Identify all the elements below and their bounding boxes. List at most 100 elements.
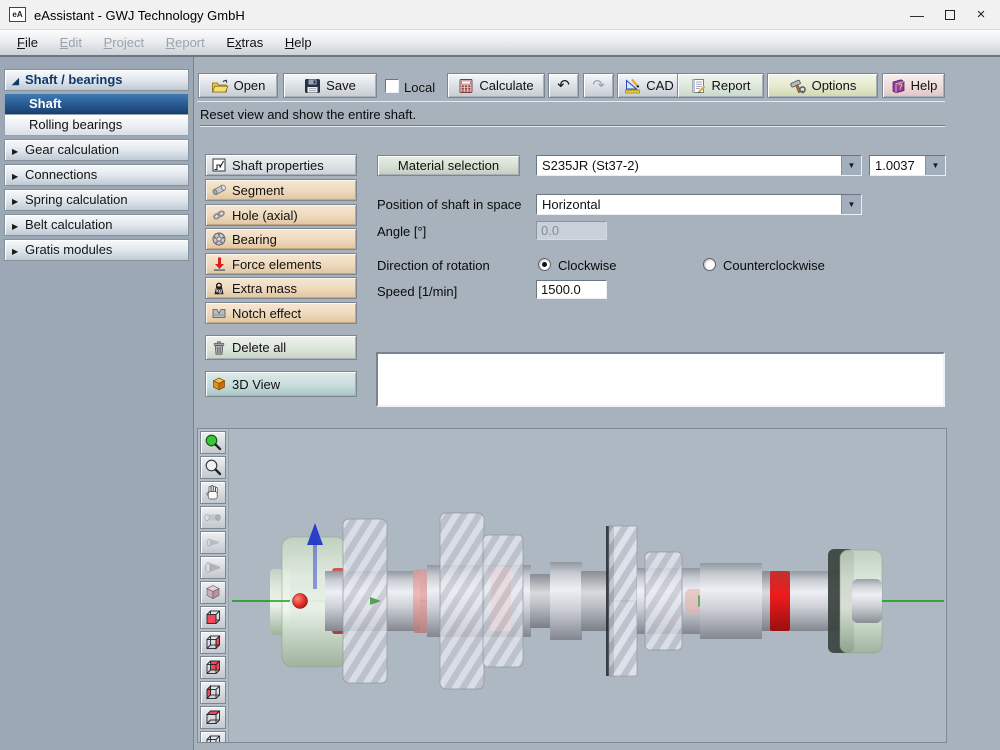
clockwise-radio-label[interactable]: Clockwise: [558, 258, 617, 273]
calculate-button[interactable]: Calculate: [447, 73, 545, 98]
material-number-combobox[interactable]: 1.0037 ▼: [869, 155, 946, 176]
undo-button[interactable]: ↶: [548, 73, 579, 98]
zoom-fit-button[interactable]: [200, 431, 226, 454]
title-bar: eA eAssistant - GWJ Technology GmbH — ×: [0, 0, 1000, 30]
material-value: S235JR (St37-2): [537, 156, 841, 175]
menu-file[interactable]: File: [8, 30, 47, 55]
undo-icon: ↶: [557, 78, 570, 93]
maximize-button[interactable]: [933, 0, 967, 30]
window-title: eAssistant - GWJ Technology GmbH: [34, 8, 245, 23]
help-button[interactable]: ? Help: [882, 73, 945, 98]
sidebar-section-gratis-modules[interactable]: ▶Gratis modules: [4, 239, 189, 261]
sidebar-section-belt-calculation[interactable]: ▶Belt calculation: [4, 214, 189, 236]
view-left-button[interactable]: [200, 681, 226, 704]
chevron-down-icon[interactable]: ▼: [841, 156, 861, 175]
bearing-icon: [211, 231, 227, 247]
notch-effect-button[interactable]: Notch effect: [205, 302, 357, 324]
sidebar-item-rolling-bearings[interactable]: Rolling bearings: [4, 115, 189, 136]
menu-report: Report: [157, 30, 214, 55]
sidebar-section-spring-calculation[interactable]: ▶Spring calculation: [4, 189, 189, 211]
view-cylinder-button[interactable]: [200, 506, 226, 529]
shaft-3d-canvas[interactable]: [230, 429, 947, 742]
extra-mass-weight-icon: kg: [211, 280, 227, 296]
pan-button[interactable]: [200, 481, 226, 504]
menu-extras[interactable]: Extras: [217, 30, 272, 55]
save-button[interactable]: Save: [283, 73, 377, 98]
material-number-value: 1.0037: [870, 156, 925, 175]
angle-input: [536, 221, 607, 240]
shaft-properties-button[interactable]: Shaft properties: [205, 154, 357, 176]
shaft-properties-icon: [211, 157, 227, 173]
hole-axial-icon: [211, 207, 227, 223]
sidebar-item-shaft[interactable]: Shaft: [4, 94, 189, 115]
view-bottom-button[interactable]: [200, 731, 226, 743]
cube-left-red-icon: [203, 683, 223, 702]
bearing-button[interactable]: Bearing: [205, 228, 357, 250]
extra-mass-button[interactable]: kg Extra mass: [205, 277, 357, 299]
notch-effect-icon: [211, 305, 227, 321]
view-front-button[interactable]: [200, 606, 226, 629]
cube-front-red-icon: [203, 608, 223, 627]
view-right-button[interactable]: [200, 631, 226, 654]
rotation-label: Direction of rotation: [377, 258, 490, 273]
pan-hand-icon: [203, 483, 223, 502]
expander-icon: ▶: [12, 192, 25, 212]
material-selection-button[interactable]: Material selection: [377, 155, 520, 176]
hole-axial-button[interactable]: Hole (axial): [205, 204, 357, 226]
view-isometric-button[interactable]: [200, 581, 226, 604]
force-elements-button[interactable]: Force elements: [205, 253, 357, 275]
notes-panel[interactable]: [376, 352, 945, 407]
cube-bottom-red-icon: [203, 733, 223, 743]
open-button[interactable]: Open: [198, 73, 278, 98]
cone-small-icon: [203, 533, 223, 552]
cube-top-red-icon: [203, 708, 223, 727]
menu-help[interactable]: Help: [276, 30, 321, 55]
zoom-button[interactable]: [200, 456, 226, 479]
material-combobox[interactable]: S235JR (St37-2) ▼: [536, 155, 862, 176]
svg-text:kg: kg: [216, 289, 222, 295]
chevron-down-icon[interactable]: ▼: [841, 195, 861, 214]
view-back-button[interactable]: [200, 656, 226, 679]
counterclockwise-radio-label[interactable]: Counterclockwise: [723, 258, 825, 273]
viewer-3d-panel: [197, 428, 947, 743]
svg-text:?: ?: [898, 82, 903, 91]
app-window: eA eAssistant - GWJ Technology GmbH — × …: [0, 0, 1000, 750]
redo-button[interactable]: ↷: [583, 73, 614, 98]
app-icon: eA: [9, 7, 26, 22]
segment-cylinder-icon: [211, 182, 227, 198]
view-cone-small-button[interactable]: [200, 531, 226, 554]
menu-project: Project: [95, 30, 153, 55]
help-book-icon: ?: [890, 78, 906, 94]
view-3d-button[interactable]: 3D View: [205, 371, 357, 397]
toolbar-divider: [197, 101, 945, 102]
counterclockwise-radio[interactable]: [703, 258, 716, 271]
expander-icon: ▶: [12, 142, 25, 162]
sidebar-section-gear-calculation[interactable]: ▶Gear calculation: [4, 139, 189, 161]
cube-right-red-icon: [203, 633, 223, 652]
clockwise-radio[interactable]: [538, 258, 551, 271]
isometric-box-icon: [203, 583, 223, 602]
force-arrow-icon: [211, 256, 227, 272]
open-folder-icon: [211, 78, 229, 94]
cone-large-icon: [203, 558, 223, 577]
sidebar-section-connections[interactable]: ▶Connections: [4, 164, 189, 186]
chevron-down-icon[interactable]: ▼: [925, 156, 945, 175]
cylinder-icon: [203, 508, 223, 527]
local-checkbox[interactable]: [385, 79, 399, 93]
minimize-button[interactable]: —: [900, 0, 934, 30]
position-combobox[interactable]: Horizontal ▼: [536, 194, 862, 215]
speed-input[interactable]: [536, 280, 607, 299]
maximize-icon: [945, 10, 955, 20]
options-tools-icon: [789, 78, 807, 94]
delete-all-button[interactable]: Delete all: [205, 335, 357, 360]
cad-button[interactable]: CAD: [617, 73, 681, 98]
segment-button[interactable]: Segment: [205, 179, 357, 201]
sidebar-section-shaft-bearings[interactable]: ◢Shaft / bearings: [4, 69, 189, 91]
view-top-button[interactable]: [200, 706, 226, 729]
view-cone-large-button[interactable]: [200, 556, 226, 579]
report-button[interactable]: Report: [677, 73, 764, 98]
local-checkbox-label[interactable]: Local: [404, 80, 435, 95]
close-button[interactable]: ×: [964, 0, 998, 30]
options-button[interactable]: Options: [767, 73, 878, 98]
zoom-icon: [203, 458, 223, 477]
